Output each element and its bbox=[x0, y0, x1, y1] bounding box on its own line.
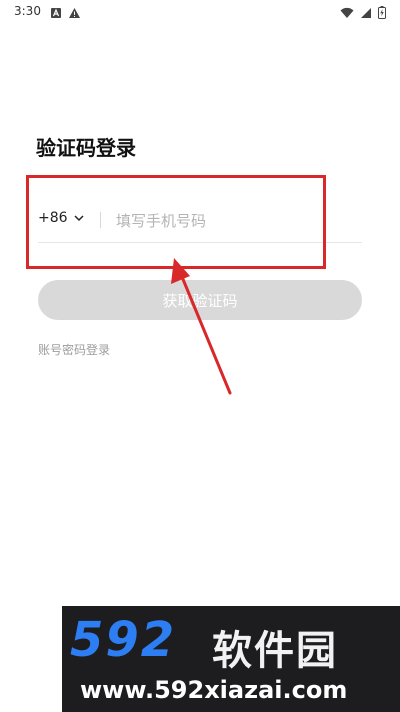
page-title: 验证码登录 bbox=[36, 136, 136, 160]
notification-a-icon bbox=[50, 4, 62, 23]
watermark-url: www.592xiazai.com bbox=[80, 676, 348, 704]
status-right-icons bbox=[340, 4, 386, 23]
status-bar: 3:30 bbox=[0, 0, 400, 24]
password-login-link[interactable]: 账号密码登录 bbox=[38, 341, 110, 358]
watermark-site-name: 软件园 bbox=[212, 628, 338, 674]
watermark-logo: 592 bbox=[70, 612, 177, 668]
battery-charging-icon bbox=[378, 4, 386, 23]
warning-icon bbox=[68, 4, 81, 23]
status-time: 3:30 bbox=[14, 4, 41, 18]
get-code-button[interactable]: 获取验证码 bbox=[38, 280, 362, 320]
wifi-icon bbox=[340, 4, 354, 23]
watermark-banner: 592 软件园 www.592xiazai.com bbox=[62, 606, 400, 712]
annotation-highlight-box bbox=[26, 175, 326, 269]
status-left-icons bbox=[50, 4, 81, 23]
signal-icon bbox=[360, 4, 372, 23]
